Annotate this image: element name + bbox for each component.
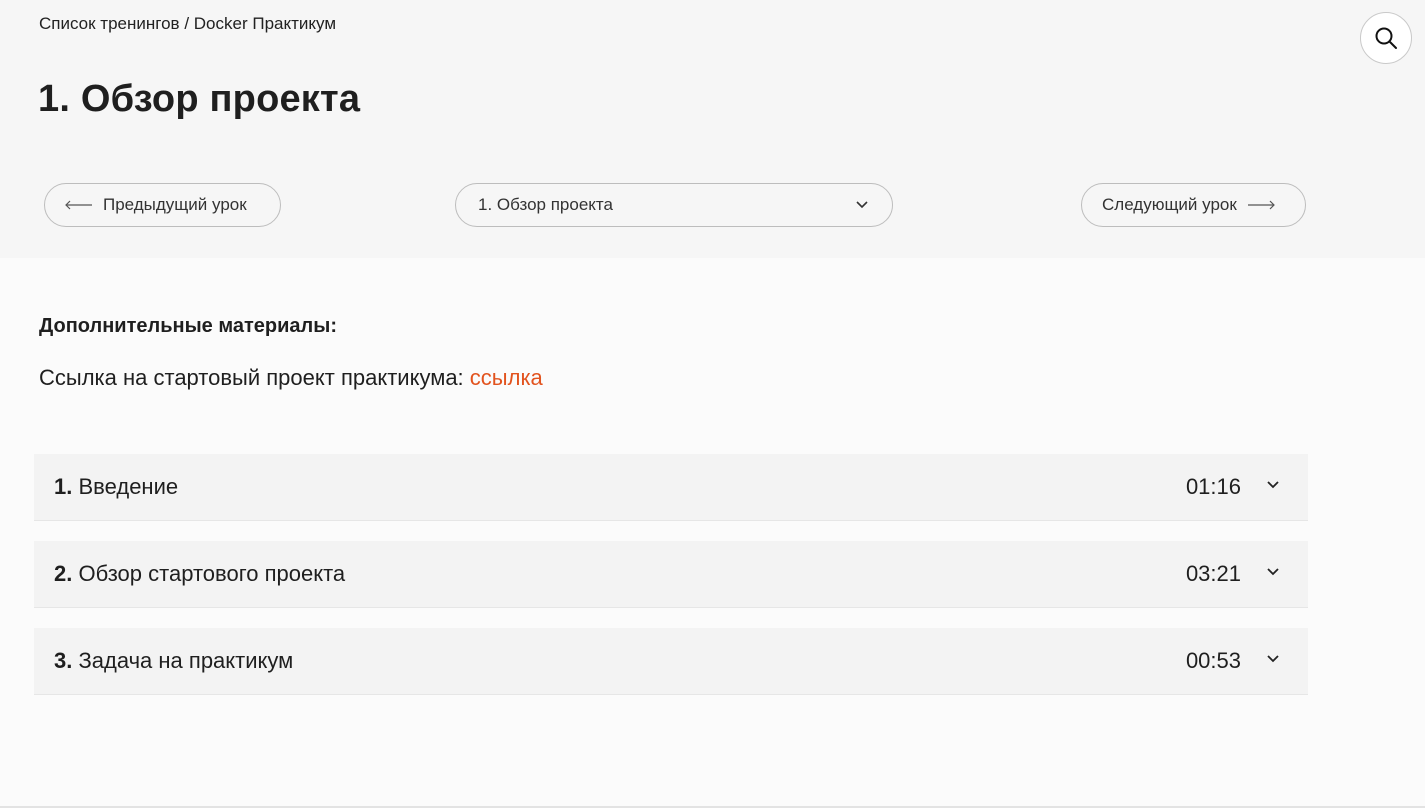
starter-project-link[interactable]: ссылка — [470, 365, 543, 390]
lesson-select-value: 1. Обзор проекта — [478, 195, 613, 214]
lesson-duration: 00:53 — [1185, 648, 1241, 673]
materials-text: Ссылка на стартовый проект практикума: с… — [39, 365, 543, 391]
lesson-title-wrap: 3. Задача на практикум — [54, 648, 293, 674]
breadcrumb-root-link[interactable]: Список тренингов — [39, 14, 180, 33]
materials-description: Ссылка на стартовый проект практикума: — [39, 365, 464, 390]
lesson-item[interactable]: 2. Обзор стартового проекта 03:21 — [34, 541, 1308, 608]
lesson-title: Задача на практикум — [78, 648, 294, 673]
lesson-title: Обзор стартового проекта — [78, 561, 346, 586]
lesson-select[interactable]: 1. Обзор проекта — [455, 183, 893, 227]
next-lesson-label: Следующий урок — [1102, 195, 1237, 214]
search-icon — [1375, 27, 1397, 49]
chevron-down-icon[interactable] — [1266, 652, 1280, 666]
materials-heading: Дополнительные материалы: — [39, 315, 337, 337]
page-header: Список тренингов / Docker Практикум 1. О… — [0, 0, 1425, 258]
lesson-item[interactable]: 3. Задача на практикум 00:53 — [34, 628, 1308, 695]
lesson-title-wrap: 2. Обзор стартового проекта — [54, 561, 345, 587]
prev-lesson-label: Предыдущий урок — [103, 195, 247, 214]
prev-lesson-button[interactable]: Предыдущий урок — [44, 183, 281, 227]
chevron-down-icon — [856, 201, 868, 209]
lesson-number: 2. — [54, 561, 73, 586]
next-lesson-button[interactable]: Следующий урок — [1081, 183, 1306, 227]
arrow-right-icon — [1247, 200, 1275, 210]
lesson-number: 3. — [54, 648, 73, 673]
lesson-duration: 01:16 — [1185, 474, 1241, 499]
breadcrumb: Список тренингов / Docker Практикум — [39, 14, 336, 34]
lesson-title: Введение — [78, 474, 179, 499]
breadcrumb-separator: / — [184, 14, 190, 33]
lesson-duration: 03:21 — [1185, 561, 1241, 586]
breadcrumb-current: Docker Практикум — [193, 14, 337, 33]
chevron-down-icon[interactable] — [1266, 478, 1280, 492]
search-button[interactable] — [1360, 12, 1412, 64]
page-title: 1. Обзор проекта — [38, 78, 361, 120]
lesson-number: 1. — [54, 474, 73, 499]
lesson-title-wrap: 1. Введение — [54, 474, 178, 500]
arrow-left-icon — [65, 200, 92, 210]
chevron-down-icon[interactable] — [1266, 565, 1280, 579]
lesson-item[interactable]: 1. Введение 01:16 — [34, 454, 1308, 521]
